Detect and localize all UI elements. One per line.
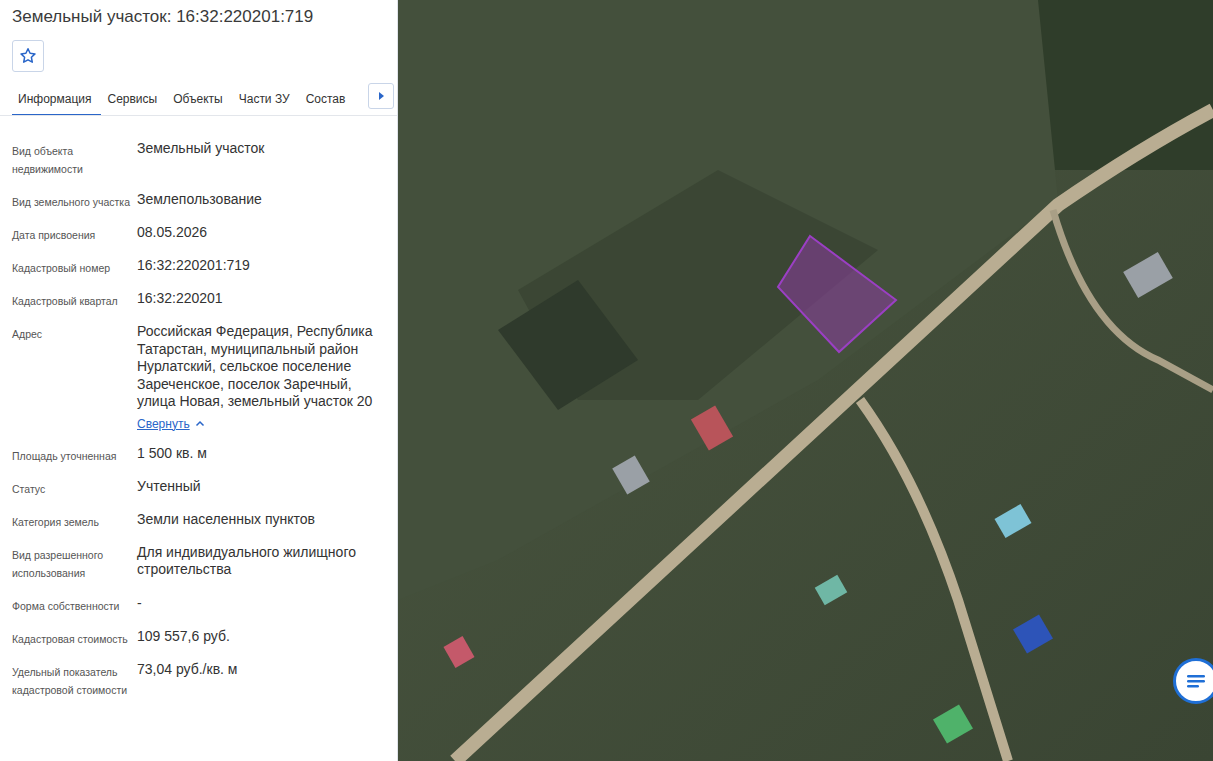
info-row: АдресРоссийская Федерация, Республика Та… [12,319,385,441]
collapse-link-text: Свернуть [137,417,190,431]
field-value: 1 500 кв. м [137,445,385,463]
chat-button[interactable] [1173,658,1213,704]
tab-list: ИнформацияСервисыОбъектыЧасти ЗУСостав [12,87,368,115]
field-label: Статус [12,478,137,498]
field-value: 08.05.2026 [137,224,385,242]
arrow-right-icon [377,91,385,101]
info-row: Удельный показатель кадастровой стоимост… [12,657,385,708]
tab[interactable]: Части ЗУ [233,87,300,115]
satellite-map [398,0,1213,761]
tab[interactable]: Объекты [167,87,233,115]
field-value: Российская Федерация, Республика Татарст… [137,323,385,411]
chat-icon [1186,673,1206,689]
field-label: Кадастровый квартал [12,290,137,310]
star-icon [19,47,37,65]
favorite-button[interactable] [12,40,44,72]
field-value: 73,04 руб./кв. м [137,661,385,679]
field-value-box: 16:32:220201:719 [137,257,385,275]
field-value: Земли населенных пунктов [137,511,385,529]
info-row: Категория земельЗемли населенных пунктов [12,507,385,540]
info-row: Вид земельного участкаЗемлепользование [12,187,385,220]
field-value-box: 16:32:220201 [137,290,385,308]
field-label: Кадастровая стоимость [12,628,137,648]
field-label: Категория земель [12,511,137,531]
info-row: Кадастровый квартал16:32:220201 [12,286,385,319]
tab[interactable]: Информация [12,87,101,115]
field-label: Форма собственности [12,595,137,615]
page-title: Земельный участок: 16:32:220201:719 [0,0,397,28]
field-label: Кадастровый номер [12,257,137,277]
field-value-box: Российская Федерация, Республика Татарст… [137,323,385,432]
info-row: Форма собственности- [12,591,385,624]
info-row: Вид объекта недвижимостиЗемельный участо… [12,136,385,187]
field-value-box: Учтенный [137,478,385,496]
field-value: - [137,595,385,613]
info-row: Кадастровая стоимость109 557,6 руб. [12,624,385,657]
field-label: Дата присвоения [12,224,137,244]
field-label: Адрес [12,323,137,343]
field-value-box: 08.05.2026 [137,224,385,242]
collapse-link[interactable]: Свернуть [137,417,205,431]
field-label: Вид земельного участка [12,191,137,211]
field-value-box: - [137,595,385,613]
tab[interactable]: Сервисы [101,87,167,115]
field-value: 16:32:220201:719 [137,257,385,275]
field-value-box: 109 557,6 руб. [137,628,385,646]
info-row: Дата присвоения08.05.2026 [12,220,385,253]
field-value-box: Земельный участок [137,140,385,158]
tab-bar: ИнформацияСервисыОбъектыЧасти ЗУСостав [0,87,397,116]
field-value-box: Для индивидуального жилищного строительс… [137,544,385,579]
field-value: Землепользование [137,191,385,209]
field-label: Вид разрешенного использования [12,544,137,582]
info-row: Площадь уточненная1 500 кв. м [12,441,385,474]
chevron-up-icon [195,419,205,429]
map[interactable] [398,0,1213,761]
field-label: Вид объекта недвижимости [12,140,137,178]
info-list: Вид объекта недвижимостиЗемельный участо… [0,116,397,708]
field-value-box: Землепользование [137,191,385,209]
field-label: Площадь уточненная [12,445,137,465]
field-value-box: 1 500 кв. м [137,445,385,463]
field-value: Учтенный [137,478,385,496]
field-value: 109 557,6 руб. [137,628,385,646]
info-row: Вид разрешенного использованияДля индиви… [12,540,385,591]
info-row: Кадастровый номер16:32:220201:719 [12,253,385,286]
info-row: СтатусУчтенный [12,474,385,507]
field-value: 16:32:220201 [137,290,385,308]
field-label: Удельный показатель кадастровой стоимост… [12,661,137,699]
field-value-box: 73,04 руб./кв. м [137,661,385,679]
field-value: Для индивидуального жилищного строительс… [137,544,385,579]
tab[interactable]: Состав [300,87,356,115]
field-value: Земельный участок [137,140,385,158]
field-value-box: Земли населенных пунктов [137,511,385,529]
next-tabs-button[interactable] [368,83,394,109]
